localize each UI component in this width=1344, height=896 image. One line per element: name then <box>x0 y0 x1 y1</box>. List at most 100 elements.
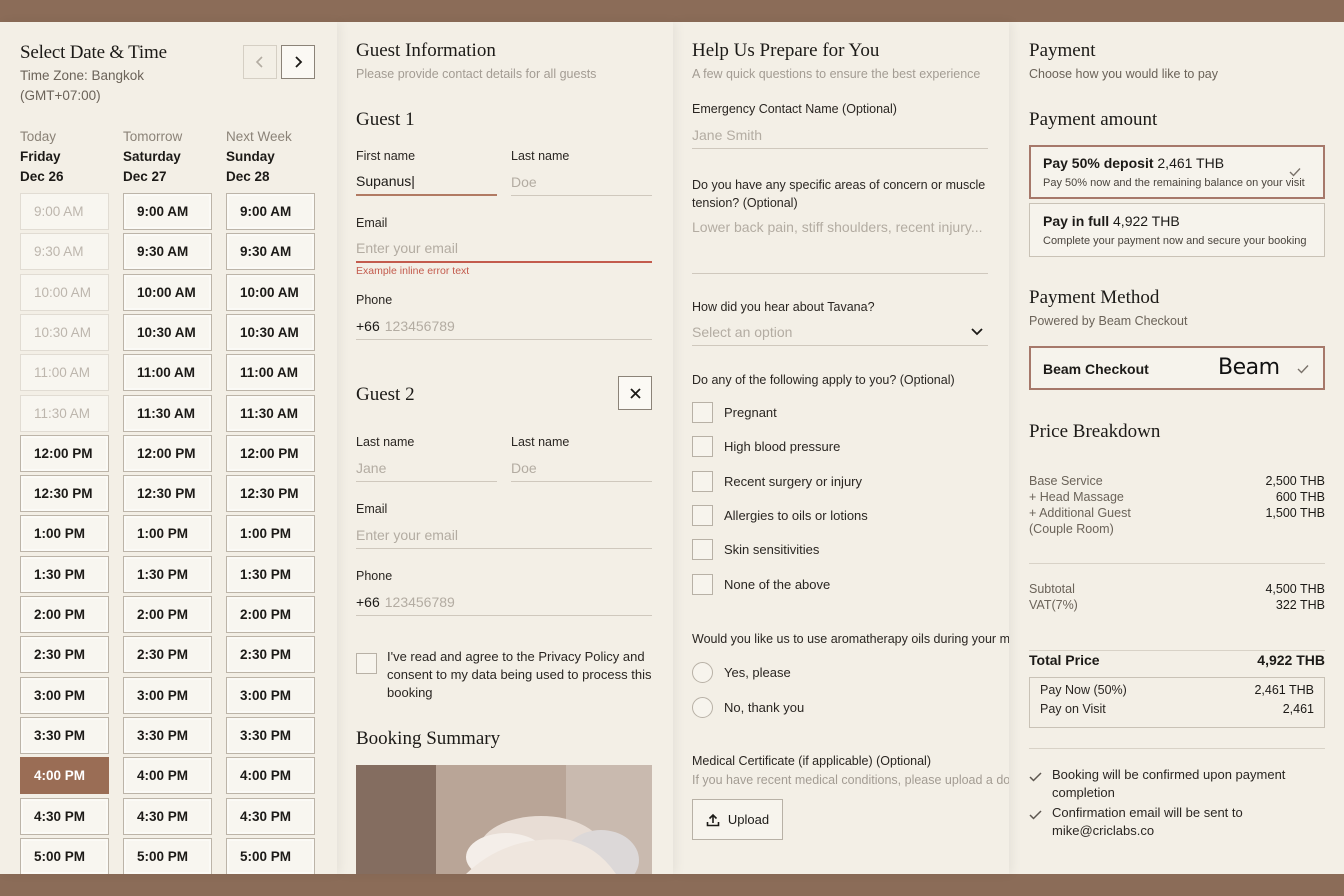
time-slot-button[interactable]: 3:00 PM <box>20 676 109 714</box>
time-slot-button[interactable]: 1:00 PM <box>123 515 212 553</box>
first-name-input[interactable]: Supanus| <box>356 168 497 196</box>
spa-treatment-image <box>356 765 652 874</box>
time-slot-button[interactable]: 12:30 PM <box>20 475 109 513</box>
phone-country-code[interactable]: +66 <box>356 318 380 334</box>
time-slot-button[interactable]: 3:30 PM <box>20 716 109 754</box>
guest-2-last-name-input[interactable]: Doe <box>511 454 652 482</box>
guest-2-phone-label: Phone <box>356 569 393 583</box>
guest-2-email-input[interactable]: Enter your email <box>356 521 652 549</box>
time-slot-button[interactable]: 2:30 PM <box>123 636 212 674</box>
guest-info-subtitle: Please provide contact details for all g… <box>356 67 597 81</box>
consent-checkbox[interactable] <box>356 653 377 674</box>
concern-textarea[interactable]: Lower back pain, stiff shoulders, recent… <box>692 216 988 274</box>
time-slot-button[interactable]: 4:30 PM <box>20 797 109 835</box>
upload-button[interactable]: Upload <box>692 799 783 840</box>
time-slot-button[interactable]: 12:30 PM <box>123 475 212 513</box>
time-slot-button[interactable]: 4:00 PM <box>20 757 109 795</box>
email-input[interactable]: Enter your email <box>356 235 652 263</box>
subtotal-value: 4,500 THB <box>1265 582 1325 596</box>
time-slot-button[interactable]: 9:00 AM <box>226 193 315 230</box>
guest-info-panel: Guest Information Please provide contact… <box>337 22 673 874</box>
time-slot-button[interactable]: 10:30 AM <box>226 313 315 351</box>
pay-on-visit-value: 2,461 <box>1282 702 1314 716</box>
condition-checkbox[interactable] <box>692 436 713 458</box>
next-week-button[interactable] <box>281 45 315 79</box>
note-item: Confirmation email will be sent to mike@… <box>1029 804 1325 840</box>
time-slot-button[interactable]: 4:30 PM <box>226 797 315 835</box>
check-icon <box>1297 365 1309 374</box>
time-slot-button[interactable]: 2:30 PM <box>226 636 315 674</box>
hear-about-select[interactable]: Select an option <box>692 318 988 346</box>
time-slot-button[interactable]: 1:30 PM <box>20 555 109 593</box>
time-slot-button[interactable]: 12:00 PM <box>123 434 212 472</box>
time-slot-button[interactable]: 11:30 AM <box>123 394 212 432</box>
time-slot-button[interactable]: 5:00 PM <box>226 837 315 874</box>
beam-checkout-option[interactable]: Beam Checkout Beam <box>1029 346 1325 390</box>
phone-input[interactable]: +66 123456789 <box>356 312 652 340</box>
time-slot-button[interactable]: 3:30 PM <box>226 716 315 754</box>
condition-checkbox[interactable] <box>692 470 713 492</box>
time-slot-button[interactable]: 12:30 PM <box>226 475 315 513</box>
time-slot-button[interactable]: 2:00 PM <box>226 596 315 633</box>
upload-icon <box>706 813 720 826</box>
guest-2-phone-input[interactable]: +66 123456789 <box>356 588 652 616</box>
time-slot-button[interactable]: 9:00 AM <box>123 193 212 230</box>
time-slot-button[interactable]: 2:00 PM <box>123 596 212 633</box>
time-slot-button[interactable]: 10:00 AM <box>226 273 315 311</box>
concern-label: Do you have any specific areas of concer… <box>692 178 986 210</box>
time-slot-button[interactable]: 1:00 PM <box>226 515 315 553</box>
aromatherapy-radio[interactable] <box>692 696 713 718</box>
time-slot-button[interactable]: 3:30 PM <box>123 716 212 754</box>
time-slot-button[interactable]: 3:00 PM <box>226 676 315 714</box>
time-slot-button[interactable]: 11:00 AM <box>123 354 212 392</box>
remove-guest-2-button[interactable] <box>618 376 652 410</box>
time-slot-button[interactable]: 9:30 AM <box>226 233 315 271</box>
guest-2-phone-country-code[interactable]: +66 <box>356 594 380 610</box>
time-slot-button[interactable]: 12:00 PM <box>20 434 109 472</box>
condition-checkbox[interactable] <box>692 539 713 561</box>
price-line: + Head Massage 600 THB <box>1029 490 1325 504</box>
close-icon <box>629 387 641 399</box>
time-slot-button[interactable]: 9:30 AM <box>123 233 212 271</box>
deposit-option[interactable]: Pay 50% deposit 2,461 THB Pay 50% now an… <box>1029 145 1325 199</box>
time-slot-button[interactable]: 12:00 PM <box>226 434 315 472</box>
time-slot-button[interactable]: 11:30 AM <box>226 394 315 432</box>
total-price-label: Total Price <box>1029 652 1100 668</box>
time-slot-button[interactable]: 2:00 PM <box>20 596 109 633</box>
pay-now-label: Pay Now (50%) <box>1040 683 1127 697</box>
hear-about-label: How did you hear about Tavana? <box>692 300 875 314</box>
condition-checkbox[interactable] <box>692 573 713 595</box>
aromatherapy-radio[interactable] <box>692 662 713 683</box>
time-slot-button[interactable]: 4:00 PM <box>226 757 315 795</box>
prev-week-button[interactable] <box>243 45 277 79</box>
guest-1-title: Guest 1 <box>356 109 415 130</box>
time-slot-button[interactable]: 2:30 PM <box>20 636 109 674</box>
time-slot-button[interactable]: 4:30 PM <box>123 797 212 835</box>
price-lines: Base Service 2,500 THB + Head Massage 600 T… <box>1029 474 1325 536</box>
time-slot-button[interactable]: 5:00 PM <box>20 837 109 874</box>
condition-checkbox[interactable] <box>692 504 713 526</box>
time-slot-button[interactable]: 1:00 PM <box>20 515 109 553</box>
day-column-header: Next Week Sunday Dec 28 <box>226 129 292 184</box>
time-slot-button: 11:00 AM <box>20 354 109 392</box>
time-slot-button[interactable]: 3:00 PM <box>123 676 212 714</box>
last-name-input[interactable]: Doe <box>511 168 652 196</box>
condition-option-label: Pregnant <box>724 405 777 420</box>
check-icon <box>1289 168 1301 177</box>
chevron-down-icon <box>971 327 983 335</box>
time-slot-button[interactable]: 1:30 PM <box>123 555 212 593</box>
condition-checkbox[interactable] <box>692 402 713 423</box>
time-slot-button[interactable]: 4:00 PM <box>123 757 212 795</box>
time-slot-button[interactable]: 5:00 PM <box>123 837 212 874</box>
service-photo <box>356 765 652 874</box>
time-slot-button: 10:30 AM <box>20 313 109 351</box>
guest-2-first-name-input[interactable]: Jane <box>356 454 497 482</box>
emergency-contact-input[interactable]: Jane Smith <box>692 121 988 149</box>
time-slot-button[interactable]: 1:30 PM <box>226 555 315 593</box>
time-slot-button[interactable]: 10:30 AM <box>123 313 212 351</box>
time-slot-button[interactable]: 10:00 AM <box>123 273 212 311</box>
prepare-panel: Help Us Prepare for You A few quick ques… <box>673 22 1009 874</box>
price-breakdown-title: Price Breakdown <box>1029 421 1161 442</box>
full-payment-option[interactable]: Pay in full 4,922 THB Complete your paym… <box>1029 203 1325 257</box>
time-slot-button[interactable]: 11:00 AM <box>226 354 315 392</box>
